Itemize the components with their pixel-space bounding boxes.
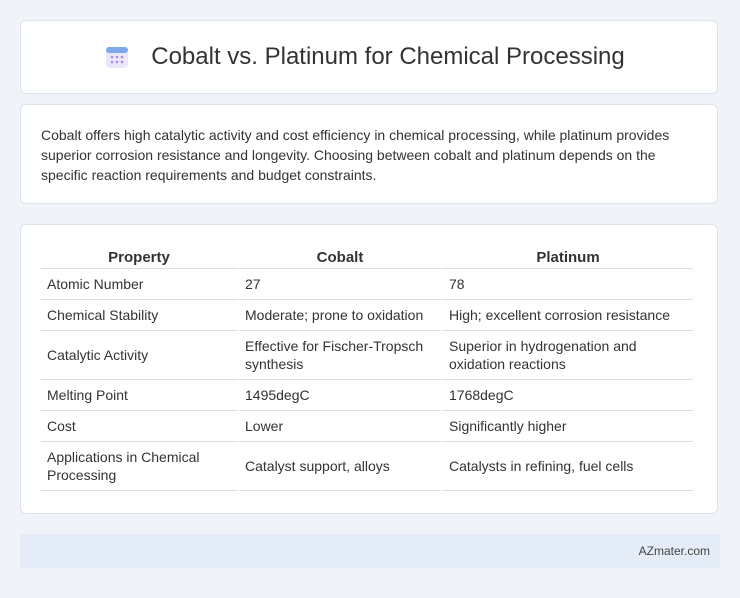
platinum-cell: Catalysts in refining, fuel cells [443,442,693,491]
table-row: Cost Lower Significantly higher [41,411,693,442]
platinum-cell: High; excellent corrosion resistance [443,300,693,331]
property-cell: Catalytic Activity [41,331,237,380]
platinum-cell: Superior in hydrogenation and oxidation … [443,331,693,380]
cobalt-cell: Moderate; prone to oxidation [239,300,441,331]
cobalt-cell: Catalyst support, alloys [239,442,441,491]
table-row: Melting Point 1495degC 1768degC [41,380,693,411]
table-header-row: Property Cobalt Platinum [41,243,693,269]
property-cell: Melting Point [41,380,237,411]
table-row: Chemical Stability Moderate; prone to ox… [41,300,693,331]
comparison-table: Property Cobalt Platinum Atomic Number 2… [39,243,695,491]
cobalt-cell: Effective for Fischer-Tropsch synthesis [239,331,441,380]
platinum-cell: 1768degC [443,380,693,411]
intro-card: Cobalt offers high catalytic activity an… [20,104,718,204]
header-property: Property [41,243,237,269]
table-row: Applications in Chemical Processing Cata… [41,442,693,491]
calendar-icon [106,47,129,68]
platinum-cell: Significantly higher [443,411,693,442]
table-row: Catalytic Activity Effective for Fischer… [41,331,693,380]
platinum-cell: 78 [443,269,693,300]
property-cell: Cost [41,411,237,442]
table-card: Property Cobalt Platinum Atomic Number 2… [20,224,718,514]
title-wrap: Cobalt vs. Platinum for Chemical Process… [105,43,625,71]
page-title: Cobalt vs. Platinum for Chemical Process… [151,43,625,70]
title-card: Cobalt vs. Platinum for Chemical Process… [20,20,718,94]
header-platinum: Platinum [443,243,693,269]
cobalt-cell: 27 [239,269,441,300]
footer-bar: AZmater.com [20,534,720,568]
property-cell: Chemical Stability [41,300,237,331]
intro-text: Cobalt offers high catalytic activity an… [41,127,670,183]
cobalt-cell: 1495degC [239,380,441,411]
cobalt-cell: Lower [239,411,441,442]
property-cell: Applications in Chemical Processing [41,442,237,491]
table-row: Atomic Number 27 78 [41,269,693,300]
footer-brand: AZmater.com [638,544,710,558]
property-cell: Atomic Number [41,269,237,300]
header-cobalt: Cobalt [239,243,441,269]
